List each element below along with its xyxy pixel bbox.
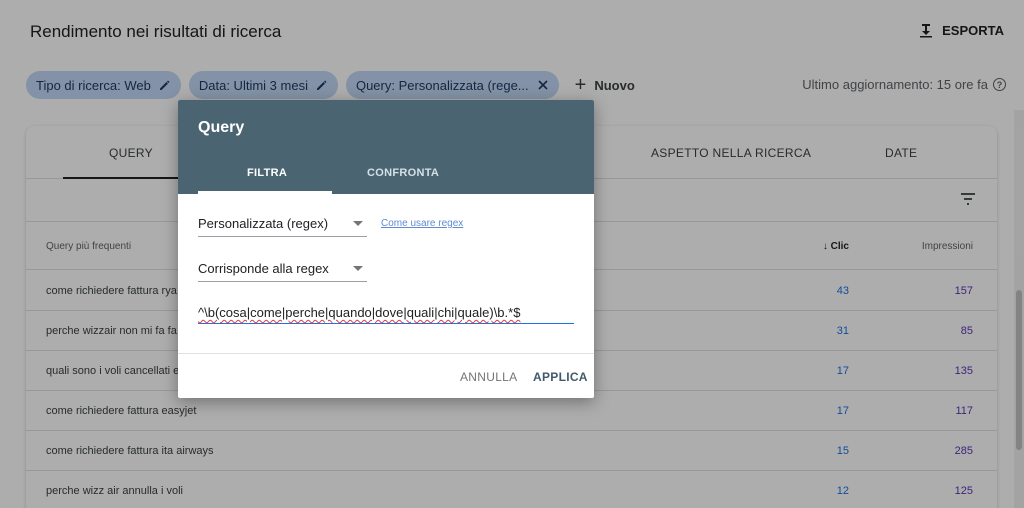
query-filter-dialog: Query FILTRA CONFRONTA Personalizzata (r… xyxy=(178,100,594,398)
regex-help-link[interactable]: Come usare regex xyxy=(381,218,463,229)
dialog-tab-indicator xyxy=(198,191,332,194)
match-type-value: Corrisponde alla regex xyxy=(198,261,329,276)
regex-input-value: ^\b(cosa|come|perche|quando|dove|quali|c… xyxy=(198,305,521,320)
apply-button[interactable]: APPLICA xyxy=(533,370,588,384)
match-type-select[interactable]: Corrisponde alla regex xyxy=(198,252,367,282)
tab-filter[interactable]: FILTRA xyxy=(247,167,287,179)
filter-type-select[interactable]: Personalizzata (regex) xyxy=(198,207,367,237)
filter-type-value: Personalizzata (regex) xyxy=(198,216,329,231)
tab-compare[interactable]: CONFRONTA xyxy=(367,167,439,179)
dropdown-arrow-icon xyxy=(353,266,363,271)
dialog-title: Query xyxy=(198,119,245,136)
dialog-header: Query FILTRA CONFRONTA xyxy=(178,100,594,194)
dropdown-arrow-icon xyxy=(353,221,363,226)
cancel-button[interactable]: ANNULLA xyxy=(460,370,517,384)
dialog-divider xyxy=(178,353,594,354)
regex-input[interactable]: ^\b(cosa|come|perche|quando|dove|quali|c… xyxy=(198,303,574,324)
